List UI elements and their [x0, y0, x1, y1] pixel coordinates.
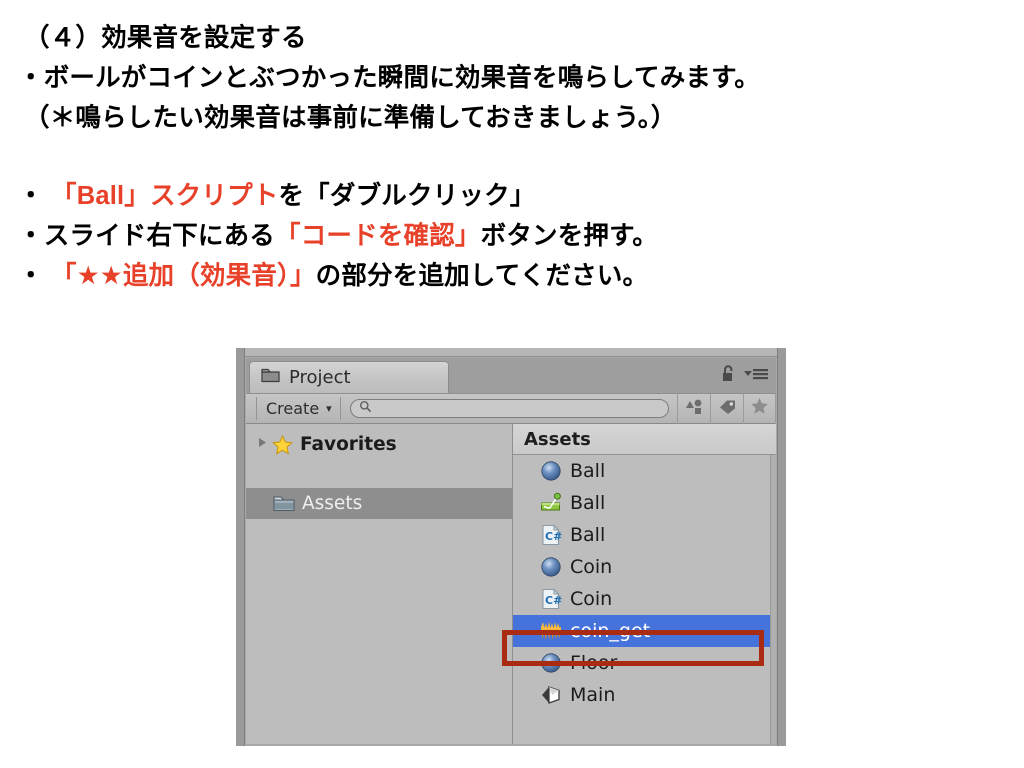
physics-material-icon [540, 492, 562, 514]
lock-icon[interactable] [721, 365, 736, 388]
panel-body: Project Create ▾ Favorites Assets Assets… [246, 358, 776, 746]
slide-heading: （４）効果音を設定する [0, 18, 1024, 58]
panel-top-frame [245, 348, 777, 357]
project-toolbar: Create ▾ [246, 393, 776, 424]
panel-right-frame [777, 348, 786, 746]
sidebar-item-assets-label: Assets [302, 493, 363, 514]
slide-intro-line-1-text: ・ボールがコインとぶつかった瞬間に効果音を鳴らしてみます。 [18, 64, 760, 92]
slide-step-3-highlight: 「★★追加（効果音）」 [51, 262, 316, 290]
sidebar-item-assets[interactable]: Assets [246, 488, 512, 519]
unity-project-panel: Project Create ▾ Favorites Assets Assets… [236, 348, 786, 746]
slide-heading-text: （４）効果音を設定する [24, 24, 307, 52]
panel-tab-controls [721, 365, 769, 388]
slide-step-3-bullet: ・ [18, 262, 51, 290]
star-icon [272, 434, 293, 455]
shapes-icon [685, 398, 704, 420]
slide-step-2-head: ・スライド右下にある [18, 222, 276, 250]
list-item-label: Ball [570, 492, 606, 514]
asset-list-scrollbar[interactable] [770, 455, 776, 744]
filter-by-type-button[interactable] [677, 393, 710, 424]
tag-icon [718, 398, 737, 420]
create-button[interactable]: Create ▾ [256, 397, 341, 420]
list-item[interactable]: Floor [513, 647, 776, 679]
csharp-script-icon: C# [540, 588, 562, 610]
audio-clip-icon [540, 620, 562, 642]
chevron-down-icon: ▾ [326, 402, 332, 415]
list-item-label: Main [570, 684, 616, 706]
slide-intro-line-2-text: （＊鳴らしたい効果音は事前に準備しておきましょう。） [24, 104, 677, 132]
prefab-sphere-icon [540, 460, 562, 482]
search-icon [359, 400, 372, 418]
prefab-sphere-icon [540, 556, 562, 578]
slide-step-1: ・ 「Ball」スクリプトを「ダブルクリック」 [0, 176, 1024, 216]
asset-list-header-label: Assets [524, 428, 591, 450]
svg-text:C#: C# [545, 594, 562, 607]
slide-step-3: ・ 「★★追加（効果音）」の部分を追加してください。 [0, 256, 1024, 296]
list-item-label: Coin [570, 556, 613, 578]
list-item-label: Ball [570, 524, 606, 546]
folder-icon [261, 368, 280, 388]
tab-project[interactable]: Project [249, 361, 449, 393]
list-item-label: Coin [570, 588, 613, 610]
slide-step-1-bullet: ・ [18, 182, 51, 210]
asset-list-column: Assets Ball Ball C# Ball Coin C# Coin co… [513, 424, 776, 744]
csharp-script-icon: C# [540, 524, 562, 546]
list-item[interactable]: Main [513, 679, 776, 711]
tab-project-label: Project [289, 367, 351, 388]
project-tree-column: Favorites Assets [246, 424, 513, 744]
asset-list-header: Assets [513, 424, 776, 455]
list-item[interactable]: Coin [513, 551, 776, 583]
slide-blank-line [0, 138, 1024, 176]
svg-text:C#: C# [545, 530, 562, 543]
list-item[interactable]: Ball [513, 455, 776, 487]
slide-step-2-tail: ボタンを押す。 [480, 222, 658, 250]
slide-intro-line-1: ・ボールがコインとぶつかった瞬間に効果音を鳴らしてみます。 [0, 58, 1024, 98]
list-item[interactable]: C# Ball [513, 519, 776, 551]
panel-tab-row: Project [246, 358, 776, 393]
unity-scene-icon [540, 684, 562, 706]
list-item-label: Ball [570, 460, 606, 482]
list-item-label: Floor [570, 652, 618, 674]
slide-step-1-highlight: 「Ball」スクリプト [51, 182, 279, 210]
create-button-label: Create [266, 399, 320, 418]
filter-favorites-button[interactable] [743, 393, 776, 424]
panel-left-frame [236, 348, 245, 746]
slide-step-2-highlight: 「コードを確認」 [275, 222, 481, 250]
prefab-sphere-icon [540, 652, 562, 674]
slide-text-block: （４）効果音を設定する ・ボールがコインとぶつかった瞬間に効果音を鳴らしてみます… [0, 0, 1024, 296]
sidebar-item-favorites[interactable]: Favorites [246, 429, 512, 460]
slide-step-1-tail: を「ダブルクリック」 [278, 182, 536, 210]
star-icon [750, 397, 769, 420]
list-item-label: coin_get [570, 620, 651, 642]
filter-by-label-button[interactable] [710, 393, 743, 424]
search-input[interactable] [349, 399, 669, 418]
slide-step-3-tail: の部分を追加してください。 [315, 262, 649, 290]
list-item[interactable]: C# Coin [513, 583, 776, 615]
search-wrapper [341, 399, 677, 418]
slide-step-2: ・スライド右下にある「コードを確認」ボタンを押す。 [0, 216, 1024, 256]
slide-intro-line-2: （＊鳴らしたい効果音は事前に準備しておきましょう。） [0, 98, 1024, 138]
list-item-coin-get[interactable]: coin_get [513, 615, 776, 647]
list-item[interactable]: Ball [513, 487, 776, 519]
sidebar-item-favorites-label: Favorites [300, 434, 397, 455]
panel-menu-icon[interactable] [743, 366, 769, 387]
project-content: Favorites Assets Assets Ball Ball C# Bal… [246, 424, 776, 744]
folder-icon [273, 495, 295, 512]
expand-triangle-icon[interactable] [256, 436, 269, 454]
